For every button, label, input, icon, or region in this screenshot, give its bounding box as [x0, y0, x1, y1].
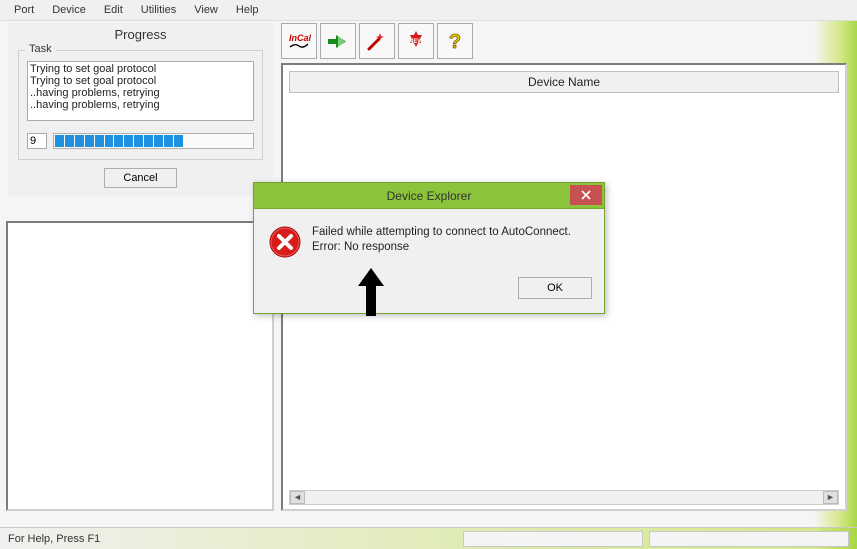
- statusbar-text: For Help, Press F1: [8, 533, 100, 545]
- dialog-title-text: Device Explorer: [387, 189, 472, 203]
- dialog-msg-line1: Failed while attempting to connect to Au…: [312, 225, 571, 240]
- task-line: ..having problems, retrying: [30, 87, 251, 99]
- task-line: Trying to set goal protocol: [30, 75, 251, 87]
- task-line: ..having problems, retrying: [30, 99, 251, 111]
- left-empty-panel: [6, 221, 274, 511]
- ok-button[interactable]: OK: [518, 277, 592, 299]
- menu-help[interactable]: Help: [228, 2, 267, 18]
- progress-segment: [194, 135, 203, 147]
- progress-segment: [144, 135, 153, 147]
- help-button[interactable]: ?: [437, 23, 473, 59]
- svg-text:NEW: NEW: [409, 39, 423, 45]
- dialog-message: Failed while attempting to connect to Au…: [312, 225, 571, 259]
- help-icon: ?: [443, 29, 467, 53]
- arrow-icon: [326, 29, 350, 53]
- progress-segment: [134, 135, 143, 147]
- horizontal-scrollbar[interactable]: ◄ ►: [289, 490, 839, 505]
- progress-segment: [124, 135, 133, 147]
- progress-segment: [174, 135, 183, 147]
- task-log[interactable]: Trying to set goal protocol Trying to se…: [27, 61, 254, 121]
- arrow-button[interactable]: [320, 23, 356, 59]
- progress-panel: Progress Task Trying to set goal protoco…: [8, 23, 273, 196]
- menu-device[interactable]: Device: [44, 2, 94, 18]
- menu-port[interactable]: Port: [6, 2, 42, 18]
- incal-button[interactable]: InCal: [281, 23, 317, 59]
- progress-segment: [85, 135, 94, 147]
- progress-segment: [95, 135, 104, 147]
- task-line: Trying to set goal protocol: [30, 63, 251, 75]
- cancel-button[interactable]: Cancel: [104, 168, 176, 188]
- menu-edit[interactable]: Edit: [96, 2, 131, 18]
- svg-text:?: ?: [449, 31, 461, 53]
- progress-segment: [214, 135, 223, 147]
- dialog-msg-line2: Error: No response: [312, 240, 571, 255]
- menu-utilities[interactable]: Utilities: [133, 2, 184, 18]
- progress-segment: [55, 135, 64, 147]
- progress-bar: [53, 133, 254, 149]
- dialog-titlebar[interactable]: Device Explorer: [254, 183, 604, 209]
- dialog-close-button[interactable]: [570, 185, 602, 205]
- statusbar-well-1: [463, 531, 643, 547]
- progress-segment: [223, 135, 232, 147]
- new-icon: NEW: [404, 29, 428, 53]
- menubar: Port Device Edit Utilities View Help: [0, 0, 857, 21]
- task-fieldset: Task Trying to set goal protocol Trying …: [18, 50, 263, 160]
- scroll-left-arrow[interactable]: ◄: [290, 491, 305, 504]
- toolbar: InCal NEW ?: [281, 23, 473, 59]
- incal-icon: InCal: [287, 29, 311, 53]
- task-legend: Task: [25, 43, 56, 55]
- progress-segment: [184, 135, 193, 147]
- scroll-right-arrow[interactable]: ►: [823, 491, 838, 504]
- progress-segment: [204, 135, 213, 147]
- progress-segment: [154, 135, 163, 147]
- new-button[interactable]: NEW: [398, 23, 434, 59]
- progress-count: 9: [27, 133, 47, 149]
- svg-text:InCal: InCal: [289, 33, 311, 43]
- progress-segment: [114, 135, 123, 147]
- progress-segment: [164, 135, 173, 147]
- statusbar-well-2: [649, 531, 849, 547]
- wand-button[interactable]: [359, 23, 395, 59]
- statusbar: For Help, Press F1: [0, 527, 857, 549]
- close-icon: [581, 190, 591, 200]
- device-name-header[interactable]: Device Name: [289, 71, 839, 93]
- progress-segment: [105, 135, 114, 147]
- error-icon: [268, 225, 302, 259]
- progress-segment: [75, 135, 84, 147]
- progress-segment: [243, 135, 252, 147]
- progress-segment: [233, 135, 242, 147]
- wand-icon: [365, 29, 389, 53]
- error-dialog: Device Explorer Failed while attempting …: [253, 182, 605, 314]
- progress-segment: [65, 135, 74, 147]
- menu-view[interactable]: View: [186, 2, 226, 18]
